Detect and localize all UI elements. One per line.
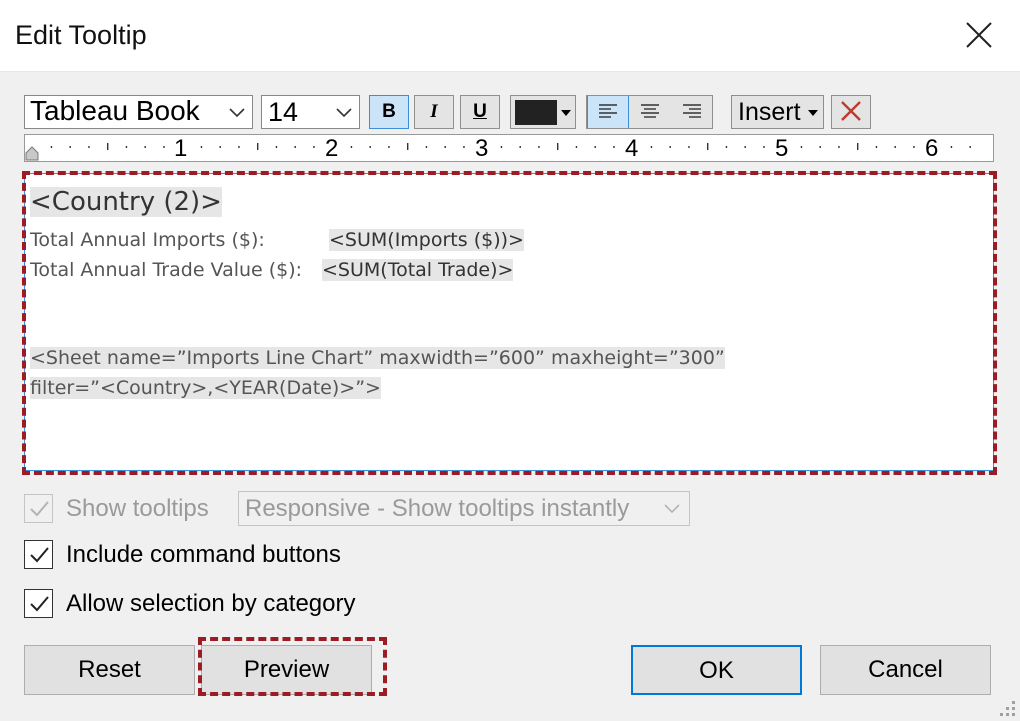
ruler-mark: 3 [475, 135, 489, 162]
checkmark-icon [30, 596, 49, 612]
font-family-value: Tableau Book [30, 95, 200, 126]
bold-button[interactable]: B [369, 95, 409, 129]
command-buttons-checkbox[interactable] [24, 540, 53, 569]
tooltip-mode-select[interactable]: Responsive - Show tooltips instantly [238, 491, 690, 526]
tooltip-editor[interactable]: <Country (2)> Total Annual Imports ($): … [24, 173, 994, 471]
align-left-icon [599, 104, 617, 118]
dropdown-arrow-icon [561, 110, 571, 116]
ruler: 1 2 3 4 5 6 [24, 134, 994, 162]
color-swatch [515, 100, 557, 125]
trade-label: Total Annual Trade Value ($): [30, 259, 303, 281]
sheet-tag-line-1: <Sheet name=”Imports Line Chart” maxwidt… [30, 347, 725, 369]
ruler-mark: 1 [174, 135, 188, 162]
ruler-ticks [25, 143, 971, 161]
command-buttons-label: Include command buttons [66, 541, 341, 568]
align-right-icon [683, 104, 701, 118]
italic-button[interactable]: I [414, 95, 454, 129]
align-right-button[interactable] [671, 96, 713, 128]
imports-label: Total Annual Imports ($): [30, 229, 265, 251]
title-bar: Edit Tooltip [0, 0, 1020, 72]
dropdown-arrow-icon [808, 110, 818, 116]
sheet-tag-line-2: filter=”<Country>,<YEAR(Date)>”> [30, 377, 381, 399]
reset-button[interactable]: Reset [24, 645, 195, 695]
align-center-icon [641, 104, 659, 118]
preview-button[interactable]: Preview [201, 645, 372, 695]
editor-heading: <Country (2)> [30, 187, 222, 217]
ruler-mark: 5 [775, 135, 789, 162]
cancel-button[interactable]: Cancel [820, 645, 991, 695]
font-family-select[interactable]: Tableau Book [24, 95, 253, 129]
insert-button[interactable]: Insert [731, 95, 824, 129]
selection-by-category-checkbox[interactable] [24, 589, 53, 618]
clear-formatting-button[interactable] [831, 95, 871, 129]
tooltip-mode-value: Responsive - Show tooltips instantly [245, 495, 630, 522]
underline-button[interactable]: U [460, 95, 500, 129]
checkmark-icon [30, 547, 49, 563]
chevron-down-icon [336, 108, 352, 118]
font-size-value: 14 [268, 97, 299, 127]
trade-field: <SUM(Total Trade)> [322, 259, 514, 281]
clear-x-icon [841, 101, 861, 121]
chevron-down-icon [664, 504, 680, 514]
close-icon[interactable] [964, 20, 994, 50]
ok-button[interactable]: OK [631, 645, 802, 695]
insert-label: Insert [738, 98, 801, 126]
dialog-title: Edit Tooltip [15, 20, 147, 50]
font-size-select[interactable]: 14 [261, 95, 360, 129]
show-tooltips-checkbox[interactable] [24, 494, 53, 523]
show-tooltips-label: Show tooltips [66, 495, 209, 522]
ruler-mark: 2 [325, 135, 339, 162]
ruler-mark: 6 [925, 135, 939, 162]
imports-field: <SUM(Imports ($))> [329, 229, 524, 251]
ruler-mark: 4 [625, 135, 639, 162]
selection-by-category-label: Allow selection by category [66, 590, 356, 617]
checkmark-icon [30, 501, 49, 517]
chevron-down-icon [229, 108, 245, 118]
text-color-button[interactable] [510, 95, 576, 129]
align-left-button[interactable] [587, 96, 629, 128]
align-center-button[interactable] [629, 96, 671, 128]
alignment-group [586, 95, 713, 129]
resize-grip-icon[interactable] [994, 695, 1018, 719]
